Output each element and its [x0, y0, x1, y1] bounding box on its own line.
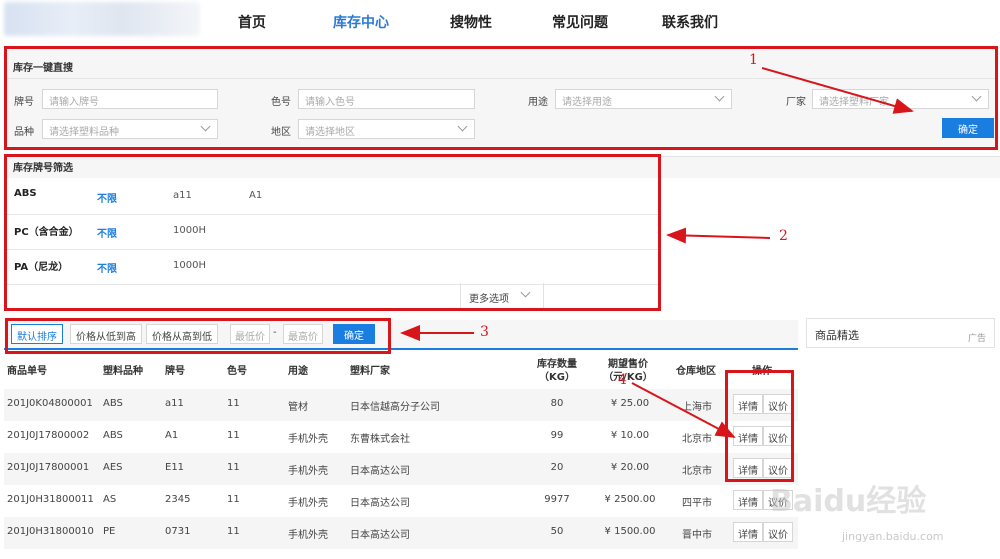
cell-qty: 50 — [550, 526, 564, 537]
cell-region: 晋中市 — [682, 530, 712, 541]
quote-button[interactable]: 议价 — [763, 522, 793, 542]
watermark-logo: Baidu经验 — [770, 484, 927, 519]
cell-price: ¥ 1500.00 — [604, 526, 656, 537]
annotation-box-search — [4, 46, 998, 150]
cell-type: AS — [103, 494, 117, 505]
cell-use: 手机外壳 — [288, 434, 328, 445]
col-qty: 库存数量 （KG） — [535, 358, 579, 384]
featured-products-box: 商品精选 广告 — [806, 318, 995, 348]
annotation-box-sort — [5, 318, 391, 354]
cell-qty: 9977 — [544, 494, 570, 505]
site-logo[interactable] — [4, 2, 200, 36]
annotation-number-3: 3 — [480, 324, 489, 340]
col-brand: 牌号 — [165, 366, 185, 377]
col-color: 色号 — [227, 366, 247, 377]
featured-products-title: 商品精选 — [815, 329, 859, 342]
cell-color: 11 — [227, 430, 240, 441]
ad-tag: 广告 — [967, 334, 986, 344]
col-use: 用途 — [288, 366, 308, 377]
cell-brand: a11 — [165, 398, 184, 409]
cell-type: ABS — [103, 398, 123, 409]
cell-type: AES — [103, 462, 123, 473]
cell-type: PE — [103, 526, 116, 537]
col-region: 仓库地区 — [676, 366, 716, 377]
cell-color: 11 — [227, 398, 240, 409]
cell-order-no[interactable]: 201J0J17800001 — [7, 462, 89, 473]
annotation-number-1: 1 — [749, 52, 758, 68]
cell-maker: 东曹株式会社 — [350, 434, 410, 445]
cell-qty: 20 — [550, 462, 564, 473]
cell-brand: 2345 — [165, 494, 191, 505]
cell-order-no[interactable]: 201J0H31800010 — [7, 526, 94, 537]
cell-region: 上海市 — [682, 402, 712, 413]
cell-brand: 0731 — [165, 526, 191, 537]
cell-price: ¥ 10.00 — [610, 430, 650, 441]
cell-maker: 日本信越高分子公司 — [350, 402, 440, 413]
cell-region: 四平市 — [682, 498, 712, 509]
detail-button[interactable]: 详情 — [733, 522, 763, 542]
table-row: 201J0H31800011 AS 2345 11 手机外壳 日本高达公司 99… — [4, 485, 798, 517]
col-qty-line2: （KG） — [539, 372, 575, 383]
cell-price: ¥ 25.00 — [610, 398, 650, 409]
nav-inventory-center[interactable]: 库存中心 — [333, 12, 389, 32]
nav-material-property[interactable]: 搜物性 — [450, 12, 492, 32]
annotation-box-filter — [4, 154, 661, 311]
nav-faq[interactable]: 常见问题 — [552, 12, 608, 32]
annotation-number-2: 2 — [779, 228, 788, 244]
cell-region: 北京市 — [682, 466, 712, 477]
cell-order-no[interactable]: 201J0K04800001 — [7, 398, 93, 409]
table-row: 201J0J17800001 AES E11 11 手机外壳 日本高达公司 20… — [4, 453, 798, 485]
cell-order-no[interactable]: 201J0H31800011 — [7, 494, 94, 505]
cell-use: 手机外壳 — [288, 530, 328, 541]
cell-maker: 日本高达公司 — [350, 466, 410, 477]
arrow-2 — [666, 227, 771, 244]
cell-use: 管材 — [288, 402, 308, 413]
col-price-line2: （元/KG） — [603, 372, 653, 383]
nav-home[interactable]: 首页 — [238, 12, 266, 32]
col-price-line1: 期望售价 — [608, 359, 648, 370]
cell-color: 11 — [227, 494, 240, 505]
cell-price: ¥ 2500.00 — [604, 494, 656, 505]
cell-region: 北京市 — [682, 434, 712, 445]
cell-brand: E11 — [165, 462, 185, 473]
table-row: 201J0J17800002 ABS A1 11 手机外壳 东曹株式会社 99 … — [4, 421, 798, 453]
cell-brand: A1 — [165, 430, 179, 441]
cell-maker: 日本高达公司 — [350, 530, 410, 541]
cell-use: 手机外壳 — [288, 466, 328, 477]
cell-order-no[interactable]: 201J0J17800002 — [7, 430, 89, 441]
col-order-no: 商品单号 — [7, 366, 47, 377]
col-maker: 塑料厂家 — [350, 366, 390, 377]
annotation-number-4: 4 — [618, 372, 627, 388]
watermark-url: jingyan.baidu.com — [842, 530, 944, 543]
col-qty-line1: 库存数量 — [537, 359, 577, 370]
nav-contact[interactable]: 联系我们 — [662, 12, 718, 32]
cell-price: ¥ 20.00 — [610, 462, 650, 473]
col-price: 期望售价 （元/KG） — [602, 358, 654, 384]
cell-color: 11 — [227, 462, 240, 473]
table-row: 201J0H31800010 PE 0731 11 手机外壳 日本高达公司 50… — [4, 517, 798, 549]
detail-button[interactable]: 详情 — [733, 490, 763, 510]
col-type: 塑料品种 — [103, 366, 143, 377]
cell-color: 11 — [227, 526, 240, 537]
cell-use: 手机外壳 — [288, 498, 328, 509]
table-row: 201J0K04800001 ABS a11 11 管材 日本信越高分子公司 8… — [4, 389, 798, 421]
cell-type: ABS — [103, 430, 123, 441]
cell-qty: 99 — [550, 430, 564, 441]
cell-maker: 日本高达公司 — [350, 498, 410, 509]
cell-qty: 80 — [550, 398, 564, 409]
annotation-box-ops — [725, 370, 794, 482]
